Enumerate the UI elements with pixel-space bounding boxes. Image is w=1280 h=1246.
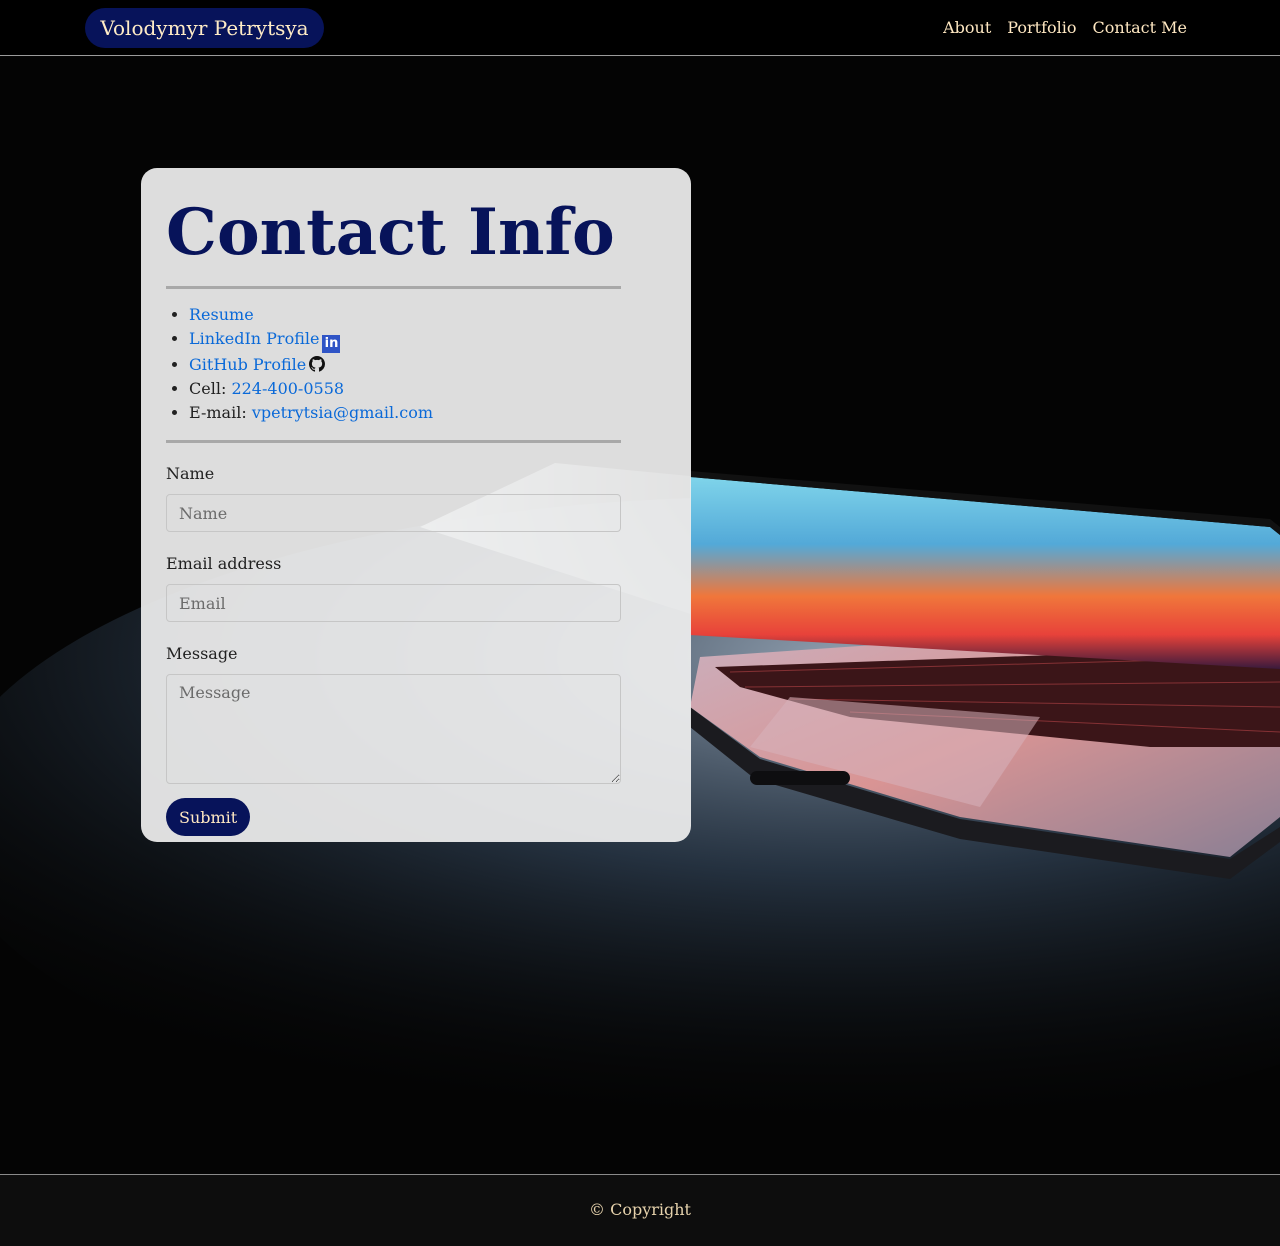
nav-link-about[interactable]: About (943, 16, 991, 40)
cell-label: Cell: (189, 379, 227, 398)
nav-link-portfolio[interactable]: Portfolio (1007, 16, 1076, 40)
resume-link[interactable]: Resume (189, 305, 254, 324)
contact-card: Contact Info Resume LinkedIn Profilein G… (141, 168, 691, 842)
footer: © Copyright (0, 1174, 1280, 1246)
list-item: Cell: 224-400-0558 (189, 377, 621, 401)
github-icon[interactable] (309, 356, 326, 372)
contact-list: Resume LinkedIn Profilein GitHub Profile… (166, 303, 621, 425)
brand-button[interactable]: Volodymyr Petrytsya (85, 8, 324, 48)
message-label: Message (166, 644, 238, 663)
name-label: Name (166, 464, 215, 483)
linkedin-icon[interactable]: in (322, 335, 341, 353)
email-input[interactable] (166, 584, 621, 622)
submit-button[interactable]: Submit (166, 798, 251, 836)
divider (166, 286, 621, 289)
cell-phone-link[interactable]: 224-400-0558 (231, 379, 344, 398)
list-item: GitHub Profile (189, 353, 621, 377)
nav-link-contact-me[interactable]: Contact Me (1093, 16, 1187, 40)
email-label: E-mail: (189, 403, 247, 422)
email-field-label: Email address (166, 554, 282, 573)
contact-form: Name Email address Message Submit (166, 462, 621, 836)
copyright-text: © Copyright (589, 1200, 691, 1219)
navbar: Volodymyr Petrytsya About Portfolio Cont… (0, 0, 1280, 56)
list-item: E-mail: vpetrytsia@gmail.com (189, 401, 621, 425)
contact-title: Contact Info (166, 195, 615, 270)
nav-links: About Portfolio Contact Me (943, 16, 1187, 40)
list-item: LinkedIn Profilein (189, 327, 621, 353)
linkedin-link[interactable]: LinkedIn Profile (189, 329, 319, 348)
name-input[interactable] (166, 494, 621, 532)
list-item: Resume (189, 303, 621, 327)
divider (166, 440, 621, 443)
github-link[interactable]: GitHub Profile (189, 355, 306, 374)
message-textarea[interactable] (166, 674, 621, 784)
email-link[interactable]: vpetrytsia@gmail.com (252, 403, 433, 422)
